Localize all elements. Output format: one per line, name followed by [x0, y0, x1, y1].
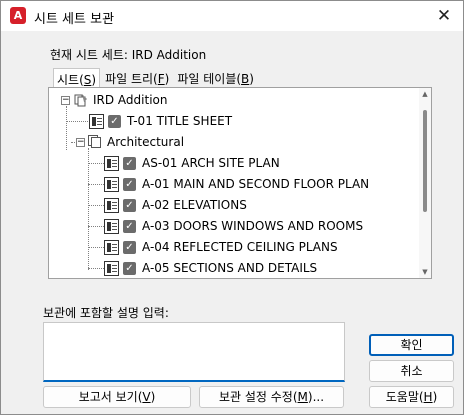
close-icon[interactable]: ✕	[433, 5, 455, 27]
tree-item[interactable]: ✓ A-03 DOORS WINDOWS AND ROOMS	[104, 216, 363, 236]
sheet-set-icon	[74, 94, 87, 107]
sheet-set-archive-dialog: A 시트 세트 보관 ✕ 현재 시트 세트: IRD Addition 시트(S…	[0, 0, 464, 415]
tab-strip: 시트(S) 파일 트리(F) 파일 테이블(B)	[53, 68, 259, 88]
sheet-icon	[104, 239, 119, 255]
sheet-tree[interactable]: − IRD Addition ✓ T-01 TITLE SHEET − Arch…	[48, 87, 432, 279]
window-title: 시트 세트 보관	[34, 12, 115, 27]
tab-file-tree[interactable]: 파일 트리(F)	[102, 68, 172, 88]
sheet-icon	[89, 113, 104, 129]
tree-item-label: A-02 ELEVATIONS	[142, 198, 247, 212]
description-label: 보관에 포함할 설명 입력:	[43, 306, 169, 320]
tree-item-label: A-03 DOORS WINDOWS AND ROOMS	[142, 219, 364, 233]
sheet-checkbox[interactable]: ✓	[108, 114, 121, 128]
description-input[interactable]	[43, 322, 345, 382]
sheet-icon	[104, 176, 119, 192]
tree-item-label: A-04 REFLECTED CEILING PLANS	[142, 240, 338, 254]
tree-item[interactable]: ✓ A-02 ELEVATIONS	[104, 195, 247, 215]
collapse-subset-icon[interactable]: −	[76, 138, 85, 147]
tree-item[interactable]: ✓ A-01 MAIN AND SECOND FLOOR PLAN	[104, 174, 369, 194]
sheet-checkbox[interactable]: ✓	[123, 198, 136, 212]
tree-subset-label: Architectural	[107, 135, 185, 149]
ok-button[interactable]: 확인	[369, 334, 454, 356]
sheet-icon	[104, 197, 119, 213]
scroll-thumb[interactable]	[423, 110, 427, 212]
scroll-down-arrow-icon[interactable]: ▼	[421, 268, 429, 276]
tree-root-label: IRD Addition	[93, 93, 168, 107]
tree-item-label: T-01 TITLE SHEET	[127, 114, 233, 128]
tree-item-label: AS-01 ARCH SITE PLAN	[142, 156, 280, 170]
tree-item[interactable]: ✓ A-05 SECTIONS AND DETAILS	[104, 258, 317, 278]
sheet-checkbox[interactable]: ✓	[123, 261, 136, 275]
tree-root[interactable]: IRD Addition	[73, 90, 167, 110]
modify-archive-settings-button[interactable]: 보관 설정 수정(M)...	[199, 386, 344, 408]
tree-item[interactable]: ✓ A-04 REFLECTED CEILING PLANS	[104, 237, 338, 257]
title-bar: A 시트 세트 보관 ✕	[1, 1, 463, 31]
sheet-checkbox[interactable]: ✓	[123, 240, 136, 254]
collapse-root-icon[interactable]: −	[61, 96, 70, 105]
tree-subset[interactable]: Architectural	[87, 132, 184, 152]
tree-item-label: A-05 SECTIONS AND DETAILS	[142, 261, 318, 275]
tree-item-label: A-01 MAIN AND SECOND FLOOR PLAN	[142, 177, 370, 191]
sheet-checkbox[interactable]: ✓	[123, 177, 136, 191]
tree-item[interactable]: ✓ AS-01 ARCH SITE PLAN	[104, 153, 280, 173]
tree-item[interactable]: ✓ T-01 TITLE SHEET	[89, 111, 232, 131]
scroll-up-arrow-icon[interactable]: ▲	[421, 90, 429, 98]
help-button[interactable]: 도움말(H)	[369, 386, 454, 408]
tab-sheets[interactable]: 시트(S)	[53, 68, 101, 88]
sheet-checkbox[interactable]: ✓	[123, 156, 136, 170]
autocad-app-icon: A	[10, 7, 26, 24]
sheet-icon	[104, 155, 119, 171]
tree-scrollbar[interactable]: ▲ ▼	[419, 88, 431, 278]
current-sheet-set-label: 현재 시트 세트: IRD Addition	[50, 48, 207, 62]
subset-icon	[87, 135, 103, 149]
cancel-button[interactable]: 취소	[369, 360, 454, 382]
sheet-icon	[104, 260, 119, 276]
tab-file-table[interactable]: 파일 테이블(B)	[174, 68, 257, 88]
sheet-checkbox[interactable]: ✓	[123, 219, 136, 233]
view-report-button[interactable]: 보고서 보기(V)	[43, 386, 191, 408]
sheet-icon	[104, 218, 119, 234]
